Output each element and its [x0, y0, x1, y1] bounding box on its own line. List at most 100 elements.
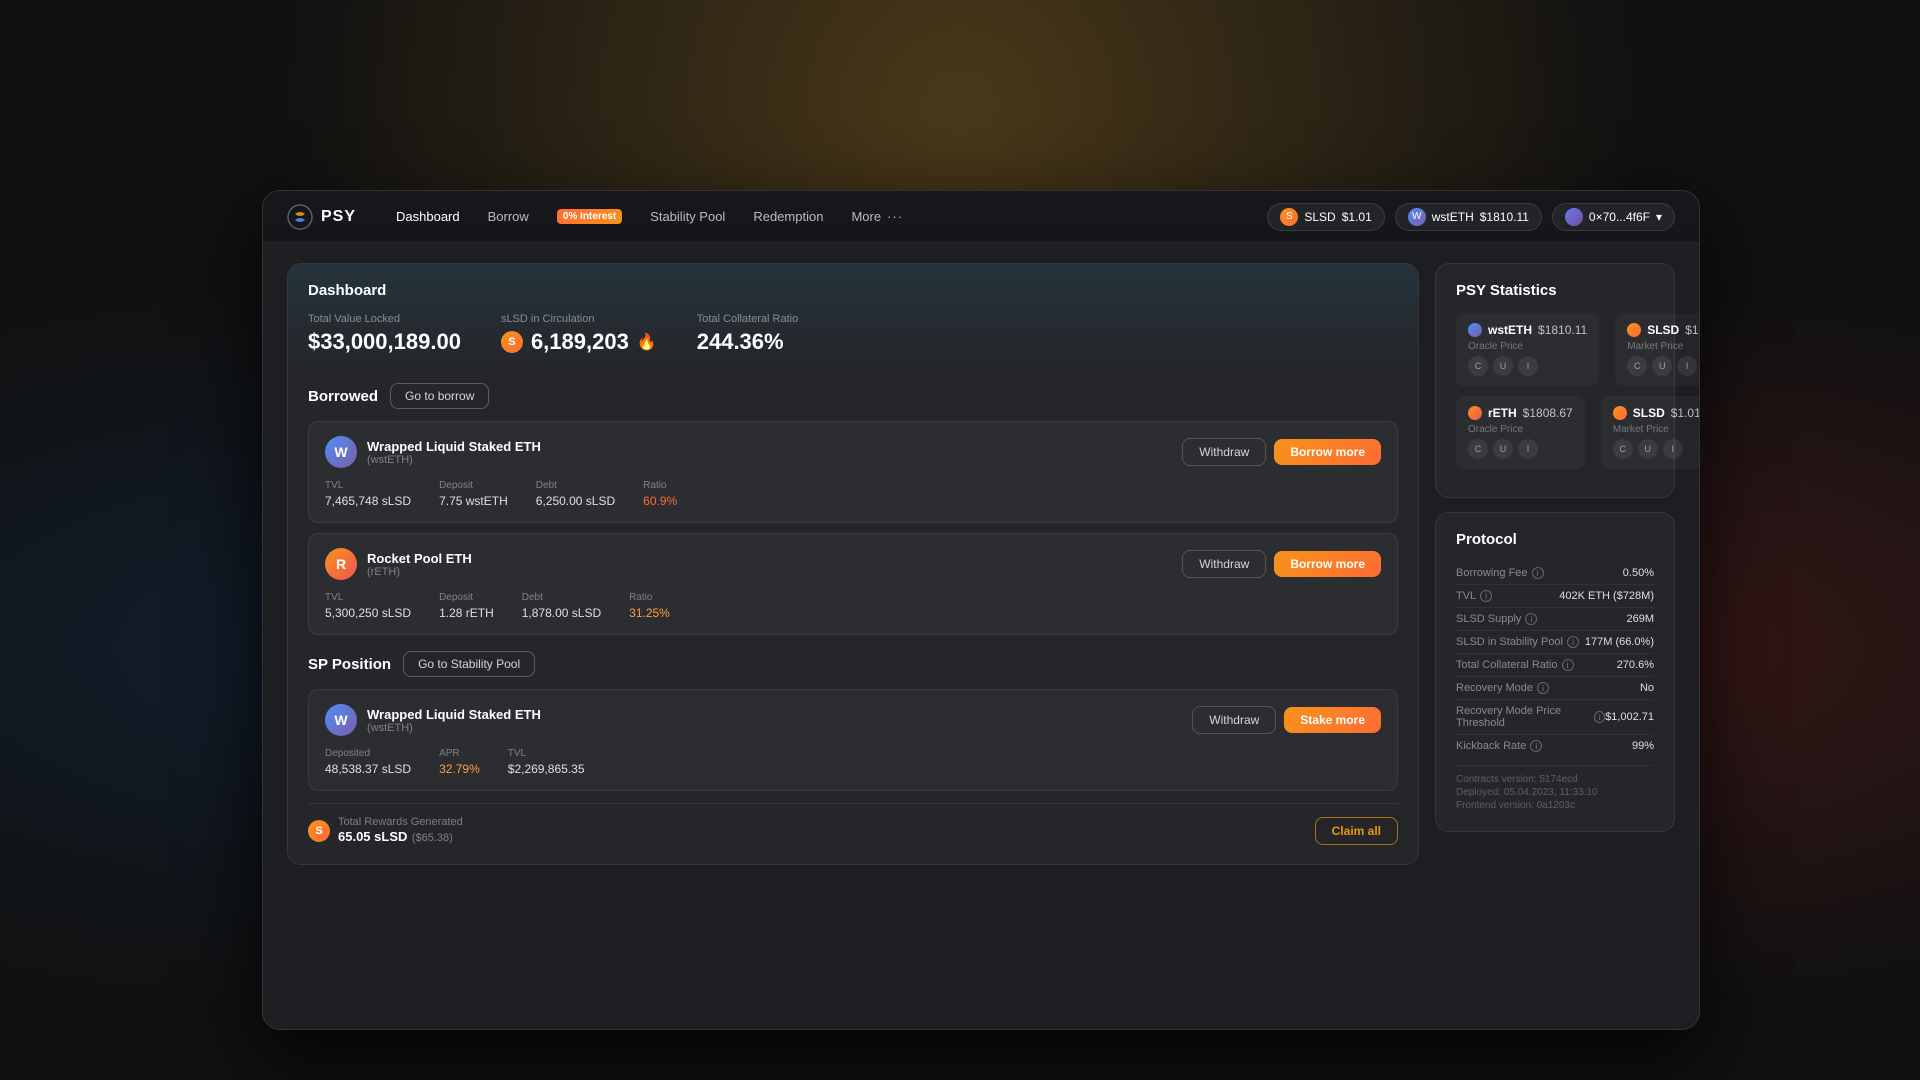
wsteth-borrow-top: W Wrapped Liquid Staked ETH (wstETH) Wit…: [325, 436, 1381, 468]
tvl-value: $33,000,189.00: [308, 329, 461, 355]
dashboard-header: Dashboard Total Value Locked $33,000,189…: [288, 264, 1418, 369]
nav-redemption[interactable]: Redemption: [741, 204, 835, 229]
info-icon[interactable]: i: [1532, 567, 1544, 579]
info-icon[interactable]: i: [1537, 682, 1549, 694]
reth-ratio-value: 31.25%: [629, 606, 670, 620]
psy-slsd-dot-2: [1613, 406, 1627, 420]
reth-borrow-row: R Rocket Pool ETH (rETH) Withdraw Borrow…: [308, 533, 1398, 635]
wallet-avatar: [1565, 208, 1583, 226]
sp-wsteth-row: W Wrapped Liquid Staked ETH (wstETH) Wit…: [308, 689, 1398, 791]
reth-link-3[interactable]: I: [1518, 439, 1538, 459]
psy-reth-dot: [1468, 406, 1482, 420]
dashboard-title: Dashboard: [308, 282, 1398, 299]
nav-borrow[interactable]: Borrow: [476, 204, 541, 229]
chevron-down-icon: ▾: [1656, 210, 1662, 224]
rewards-value: 65.05 sLSD: [338, 829, 407, 844]
tvl-label: Total Value Locked: [308, 313, 461, 325]
info-icon[interactable]: i: [1567, 636, 1579, 648]
slsd-link-3[interactable]: I: [1677, 356, 1697, 376]
psy-logo-icon: [287, 204, 313, 230]
wsteth-link-1[interactable]: C: [1468, 356, 1488, 376]
wsteth-withdraw-button[interactable]: Withdraw: [1182, 438, 1266, 466]
sp-wsteth-actions: Withdraw Stake more: [1192, 706, 1381, 734]
slsd-circ-label: sLSD in Circulation: [501, 313, 657, 325]
psy-statistics-card: PSY Statistics wstETH $1810.11 Oracle Pr…: [1435, 263, 1675, 498]
slsd2-link-2[interactable]: U: [1638, 439, 1658, 459]
dashboard-card: Dashboard Total Value Locked $33,000,189…: [287, 263, 1419, 865]
wsteth-links: C U I: [1468, 356, 1587, 376]
go-to-stability-pool-button[interactable]: Go to Stability Pool: [403, 651, 535, 677]
protocol-row-4: Total Collateral Ratio i 270.6%: [1456, 654, 1654, 677]
wsteth-icon: W: [1408, 208, 1426, 226]
claim-all-button[interactable]: Claim all: [1315, 817, 1398, 845]
wsteth-borrow-actions: Withdraw Borrow more: [1182, 438, 1381, 466]
protocol-row-6: Recovery Mode Price Threshold i $1,002.7…: [1456, 700, 1654, 735]
frontend-version: Frontend version: 0a1203c: [1456, 800, 1654, 811]
borrowed-header: Borrowed Go to borrow: [308, 383, 1398, 409]
slsd-icon: S: [1280, 208, 1298, 226]
wsteth-borrow-sub: (wstETH): [367, 454, 541, 466]
go-to-borrow-button[interactable]: Go to borrow: [390, 383, 489, 409]
wsteth-token-icon: W: [325, 436, 357, 468]
wsteth-borrow-more-button[interactable]: Borrow more: [1274, 439, 1381, 465]
wsteth-borrow-info: W Wrapped Liquid Staked ETH (wstETH): [325, 436, 541, 468]
nav-more[interactable]: More ···: [839, 204, 915, 229]
psy-wsteth-dot: [1468, 323, 1482, 337]
sp-stake-more-button[interactable]: Stake more: [1284, 707, 1381, 733]
slsd-links-2: C U I: [1613, 439, 1699, 459]
sp-wsteth-info: W Wrapped Liquid Staked ETH (wstETH): [325, 704, 541, 736]
info-icon[interactable]: i: [1562, 659, 1574, 671]
wallet-button[interactable]: 0×70...4f6F ▾: [1552, 203, 1675, 231]
wsteth-link-2[interactable]: U: [1493, 356, 1513, 376]
device-frame: PSY Dashboard Borrow 0% Interest Stabili…: [262, 190, 1700, 1030]
sp-withdraw-button[interactable]: Withdraw: [1192, 706, 1276, 734]
reth-token-icon: R: [325, 548, 357, 580]
protocol-card: Protocol Borrowing Fee i 0.50% TVL i 402…: [1435, 512, 1675, 832]
slsd2-link-1[interactable]: C: [1613, 439, 1633, 459]
sp-header: SP Position Go to Stability Pool: [308, 651, 1398, 677]
psy-wsteth-token: wstETH $1810.11 Oracle Price C U I: [1456, 313, 1599, 386]
info-icon[interactable]: i: [1530, 740, 1542, 752]
tcr-value: 244.36%: [697, 329, 799, 355]
rewards-label: Total Rewards Generated: [338, 816, 463, 828]
psy-slsd-token-2: SLSD $1.01 Market Price C U I: [1601, 396, 1699, 469]
reth-link-1[interactable]: C: [1468, 439, 1488, 459]
logo: PSY: [287, 204, 356, 230]
info-icon[interactable]: i: [1480, 590, 1492, 602]
sp-wsteth-sub: (wstETH): [367, 722, 541, 734]
navbar: PSY Dashboard Borrow 0% Interest Stabili…: [263, 191, 1699, 243]
app-name: PSY: [321, 208, 356, 226]
sp-wsteth-top: W Wrapped Liquid Staked ETH (wstETH) Wit…: [325, 704, 1381, 736]
psy-stats-title: PSY Statistics: [1456, 282, 1654, 299]
reth-borrow-more-button[interactable]: Borrow more: [1274, 551, 1381, 577]
slsd2-link-3[interactable]: I: [1663, 439, 1683, 459]
rewards-info: S Total Rewards Generated 65.05 sLSD ($6…: [308, 816, 463, 846]
info-icon[interactable]: i: [1594, 711, 1605, 723]
slsd-link-2[interactable]: U: [1652, 356, 1672, 376]
psy-stat-row-2: rETH $1808.67 Oracle Price C U I: [1456, 396, 1654, 469]
wsteth-link-3[interactable]: I: [1518, 356, 1538, 376]
stats-row: Total Value Locked $33,000,189.00 sLSD i…: [308, 313, 1398, 355]
sp-position-section: SP Position Go to Stability Pool W Wrapp…: [308, 651, 1398, 846]
rewards-row: S Total Rewards Generated 65.05 sLSD ($6…: [308, 803, 1398, 846]
version-info: Contracts version: 5174ecd Deployed: 05.…: [1456, 765, 1654, 811]
reth-withdraw-button[interactable]: Withdraw: [1182, 550, 1266, 578]
nav-links: Dashboard Borrow 0% Interest Stability P…: [384, 204, 1267, 229]
reth-link-2[interactable]: U: [1493, 439, 1513, 459]
nav-stability-pool[interactable]: Stability Pool: [638, 204, 737, 229]
sp-apr-value: 32.79%: [439, 762, 480, 776]
nav-interest[interactable]: 0% Interest: [545, 204, 634, 229]
protocol-row-0: Borrowing Fee i 0.50%: [1456, 562, 1654, 585]
sp-wsteth-name: Wrapped Liquid Staked ETH: [367, 707, 541, 722]
slsd-circ-value: S 6,189,203 🔥: [501, 329, 657, 355]
deployed-date: Deployed: 05.04.2023, 11:33:10: [1456, 787, 1654, 798]
slsd-link-1[interactable]: C: [1627, 356, 1647, 376]
nav-dashboard[interactable]: Dashboard: [384, 204, 472, 229]
slsd-links-1: C U I: [1627, 356, 1699, 376]
protocol-rows: Borrowing Fee i 0.50% TVL i 402K ETH ($7…: [1456, 562, 1654, 757]
psy-slsd-token-1: SLSD $1.01 Market Price C U I: [1615, 313, 1699, 386]
info-icon[interactable]: i: [1525, 613, 1537, 625]
protocol-row-7: Kickback Rate i 99%: [1456, 735, 1654, 757]
right-column: PSY Statistics wstETH $1810.11 Oracle Pr…: [1435, 263, 1675, 1009]
tcr-stat: Total Collateral Ratio 244.36%: [697, 313, 799, 355]
